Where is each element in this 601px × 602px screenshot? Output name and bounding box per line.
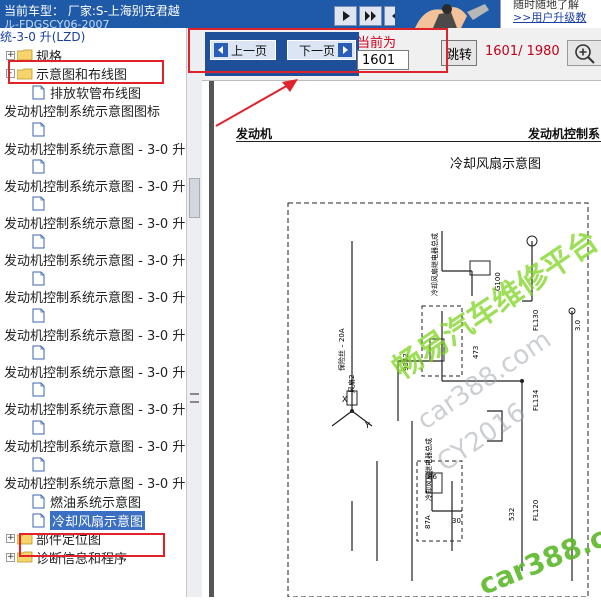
document-icon: [32, 513, 45, 527]
label-wire-473: 473: [472, 345, 480, 359]
zoom-in-button[interactable]: [567, 40, 601, 66]
tree-item-label: 发动机控制系统示意图图标: [4, 105, 161, 121]
tree-document[interactable]: [32, 305, 50, 325]
tree-text-item[interactable]: 发动机控制系统示意图 - 3-0 升: [4, 287, 185, 307]
label-fl134: FL134: [532, 389, 540, 411]
tree-item-label: 发动机控制系统示意图 - 3-0 升: [4, 291, 186, 307]
tree-item-label: 发动机控制系统示意图 - 3-0 升: [4, 142, 186, 158]
tree-document[interactable]: [32, 268, 50, 288]
tree-title: 统-3-0 升(LZD): [0, 30, 86, 44]
tree-item-label: 排放软管布线图: [50, 86, 142, 102]
tree-item-label: 发动机控制系统示意图 - 3-0 升: [4, 365, 186, 381]
tree-text-item[interactable]: 发动机控制系统示意图 - 3-0 升: [4, 324, 185, 344]
splice-1: [350, 409, 354, 413]
tree-item-label: 燃油系统示意图: [50, 495, 142, 511]
label-fuse: 保险丝 – 20A: [338, 328, 346, 371]
top-header: 当前车型： 厂家:S-上海别克君越 ル-FDGSCY06-2007 随时随地了解…: [0, 0, 601, 31]
highlight-schematics-folder: [8, 60, 164, 84]
tree-expander-icon[interactable]: +: [6, 534, 15, 544]
document-icon: [32, 159, 45, 174]
tree-document[interactable]: [32, 119, 50, 139]
tree-item-label: 发动机控制系统示意图 - 3-0 升: [4, 254, 186, 270]
tree-document[interactable]: [32, 343, 50, 363]
tree-document[interactable]: [32, 157, 50, 177]
tree-text-item[interactable]: 发动机控制系统示意图 - 3-0 升: [4, 250, 185, 270]
highlight-arrow: [215, 79, 298, 127]
tree-item-label: 发动机控制系统示意图 - 3-0 升: [4, 440, 186, 456]
document-icon: [32, 382, 45, 397]
label-3-0: 3.0: [574, 319, 582, 331]
label-wire-86: 86: [428, 473, 437, 481]
splice-2: [520, 379, 524, 383]
tree-item-label: 发动机控制系统示意图 - 3-0 升: [4, 216, 186, 232]
tree-document[interactable]: 排放软管布线图: [32, 82, 141, 102]
tree-expander-icon[interactable]: +: [6, 552, 15, 562]
label-fl120: FL120: [532, 499, 540, 521]
tree-document[interactable]: [32, 380, 50, 400]
document-icon: [32, 271, 45, 286]
tree-document[interactable]: [32, 194, 50, 214]
document-icon: [32, 420, 45, 434]
document-viewer[interactable]: 发动机 发动机控制系 冷却风扇示意图 保险丝 – 20A 风扇2 冷却风扇继电器…: [202, 81, 601, 602]
tree-document[interactable]: [32, 417, 50, 437]
ground-box: [469, 260, 491, 276]
highlight-fan-diagram: [19, 533, 165, 557]
label-wire-532: 532: [508, 507, 516, 521]
label-connector-y: Y: [365, 421, 370, 430]
play-button[interactable]: [334, 6, 357, 26]
tree-item-label: 冷却风扇示意图: [50, 510, 146, 530]
page-count: 1601/ 1980: [485, 44, 560, 59]
tree-item-label: 发动机控制系统示意图 - 3-0 升: [4, 477, 186, 493]
tree-text-item[interactable]: 发动机控制系统示意图 - 3-0 升: [4, 436, 185, 456]
label-fuse-sub: 风扇2: [348, 374, 356, 393]
document-icon: [32, 345, 45, 360]
tree-document[interactable]: 冷却风扇示意图: [32, 510, 146, 530]
upgrade-link[interactable]: >>用户升级教: [513, 9, 586, 25]
upgrade-notice: 随时随地了解 >>用户升级教: [500, 0, 601, 28]
splitter-grip[interactable]: [190, 393, 199, 403]
highlight-navigation: [188, 28, 448, 73]
tree-document[interactable]: [32, 231, 50, 251]
document-icon: [32, 457, 45, 472]
scrollbar-thumb[interactable]: [189, 178, 200, 218]
label-connector-x: X: [342, 395, 348, 404]
tree-item-label: 发动机控制系统示意图 - 3-0 升: [4, 402, 186, 418]
tree-expander-icon[interactable]: +: [6, 50, 15, 60]
document-icon: [32, 494, 45, 509]
tree-document[interactable]: 燃油系统示意图: [32, 491, 141, 511]
document-icon: [32, 308, 45, 323]
fast-forward-button[interactable]: [359, 6, 382, 26]
tree-text-item[interactable]: 发动机控制系统示意图 - 3-0 升: [4, 138, 185, 158]
tree-text-item[interactable]: 发动机控制系统示意图 - 3-0 升: [4, 361, 185, 381]
mascot-logo: [395, 0, 495, 30]
label-wire-87a: 87A: [424, 515, 432, 529]
label-relay-bottom: 冷却风扇继电器总成: [425, 438, 433, 501]
tree-scrollbar[interactable]: [186, 28, 202, 597]
play-icon: [342, 11, 350, 21]
tree-text-item[interactable]: 发动机控制系统示意图 - 3-0 升: [4, 212, 185, 232]
tree-text-item[interactable]: 发动机控制系统示意图图标: [4, 101, 160, 121]
catalog-tree: 统-3-0 升(LZD) + 规格 - 示意图和布线图 排放软管布线图 发动机控制系统示意…: [0, 28, 186, 597]
label-wire-30: 30: [452, 517, 461, 525]
label-relay-top: 冷却风扇继电器总成: [431, 233, 439, 296]
fast-forward-icon: [364, 11, 376, 21]
tree-text-item[interactable]: 发动机控制系统示意图 - 3-0 升: [4, 473, 185, 493]
document-icon: [32, 196, 45, 211]
document-icon: [32, 122, 45, 137]
zoom-in-icon: [575, 44, 595, 64]
tree-text-item[interactable]: 发动机控制系统示意图 - 3-0 升: [4, 175, 185, 195]
tree-item-label: 发动机控制系统示意图 - 3-0 升: [4, 328, 186, 344]
document-icon: [32, 234, 45, 248]
document-icon: [32, 85, 45, 100]
tree-text-item[interactable]: 发动机控制系统示意图 - 3-0 升: [4, 398, 185, 418]
tree-document[interactable]: [32, 454, 50, 474]
tree-item-label: 发动机控制系统示意图 - 3-0 升: [4, 179, 186, 195]
